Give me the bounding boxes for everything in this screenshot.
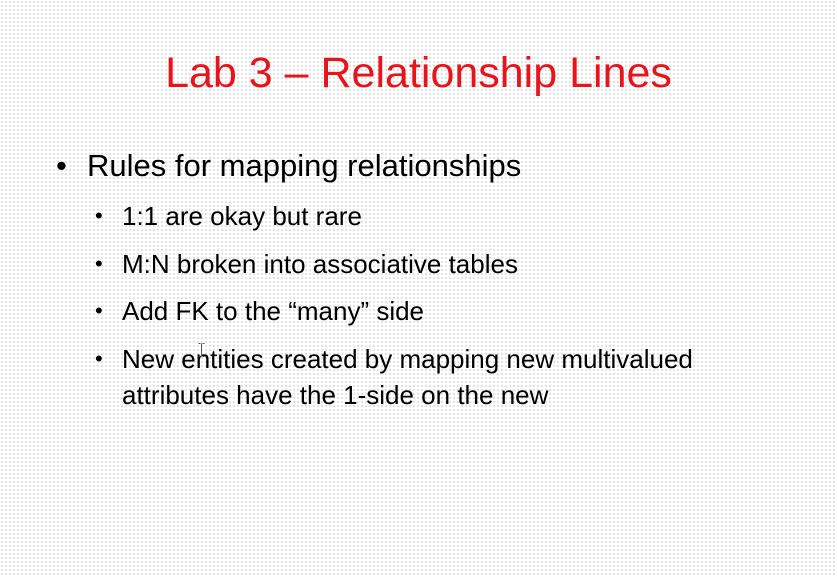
- text-cursor-icon: [198, 343, 205, 357]
- sub-bullet-text: 1:1 are okay but rare: [122, 201, 362, 231]
- bullet-dot-icon: •: [56, 148, 67, 183]
- slide-title: Lab 3 – Relationship Lines: [165, 49, 672, 97]
- sub-bullet-text: New entities created by mapping new mult…: [122, 344, 693, 410]
- bullet-text: Rules for mapping relationships: [87, 148, 522, 183]
- bullet-dot-icon: •: [95, 298, 103, 323]
- slide: Lab 3 – Relationship Lines • Rules for m…: [0, 0, 837, 576]
- bullet-dot-icon: •: [95, 346, 103, 371]
- bullet-dot-icon: •: [95, 251, 103, 276]
- bullet-dot-icon: •: [95, 203, 103, 228]
- sub-bullet-text: Add FK to the “many” side: [122, 296, 425, 326]
- sub-bullet-text: M:N broken into associative tables: [122, 249, 518, 279]
